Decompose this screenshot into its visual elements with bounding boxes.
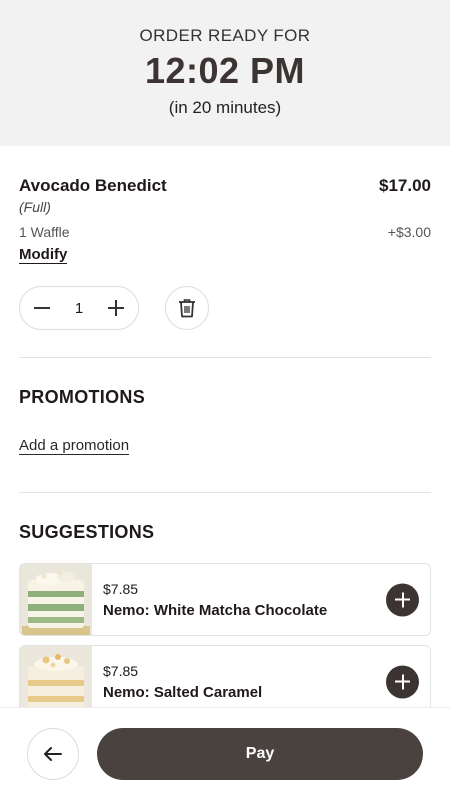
suggestion-info: $7.85 Nemo: White Matcha Chocolate <box>103 581 430 619</box>
option-price: +$3.00 <box>387 224 431 240</box>
item-variant: (Full) <box>19 199 51 215</box>
trash-icon <box>179 299 195 318</box>
pay-button[interactable]: Pay <box>97 728 423 780</box>
item-title-row: Avocado Benedict $17.00 <box>19 176 431 196</box>
add-suggestion-button[interactable] <box>386 583 419 616</box>
suggestion-info: $7.85 Nemo: Salted Caramel <box>103 663 430 701</box>
back-button[interactable] <box>27 728 79 780</box>
suggestion-name: Nemo: Salted Caramel <box>103 683 263 701</box>
quantity-value: 1 <box>74 299 84 317</box>
divider <box>19 492 431 493</box>
add-suggestion-button[interactable] <box>386 665 419 698</box>
plus-icon[interactable] <box>106 298 126 318</box>
promotions-title: PROMOTIONS <box>19 387 146 407</box>
order-ready-label: ORDER READY FOR <box>139 26 311 45</box>
minus-icon[interactable] <box>32 298 52 318</box>
cart-content: Avocado Benedict $17.00 (Full) 1 Waffle … <box>0 146 450 718</box>
suggestion-card[interactable]: $7.85 Nemo: White Matcha Chocolate <box>19 563 431 636</box>
item-price: $17.00 <box>379 176 431 195</box>
suggestion-price: $7.85 <box>103 662 139 679</box>
suggestions-title: SUGGESTIONS <box>19 522 155 542</box>
suggestion-name: Nemo: White Matcha Chocolate <box>103 601 328 619</box>
bottom-action-bar: Pay <box>0 707 450 800</box>
modify-link[interactable]: Modify <box>19 247 68 264</box>
delete-item-button[interactable] <box>165 286 209 330</box>
divider <box>19 357 431 358</box>
option-name: 1 Waffle <box>19 224 70 240</box>
ready-time: 12:02 PM <box>144 50 306 91</box>
ready-eta: (in 20 minutes) <box>168 98 282 117</box>
quantity-stepper: 1 <box>19 286 139 330</box>
add-promotion-link[interactable]: Add a promotion <box>19 437 130 455</box>
order-ready-header: ORDER READY FOR 12:02 PM (in 20 minutes) <box>0 0 450 146</box>
suggestion-price: $7.85 <box>103 580 139 597</box>
matcha-cake-image <box>20 564 92 635</box>
cart-item: Avocado Benedict $17.00 (Full) 1 Waffle … <box>19 146 431 330</box>
arrow-left-icon <box>44 747 62 761</box>
item-name: Avocado Benedict <box>19 176 167 195</box>
item-option-row: 1 Waffle +$3.00 <box>19 224 431 240</box>
suggestions-list: $7.85 Nemo: White Matcha Chocolate $7.85… <box>19 563 431 718</box>
quantity-row: 1 <box>19 286 431 330</box>
